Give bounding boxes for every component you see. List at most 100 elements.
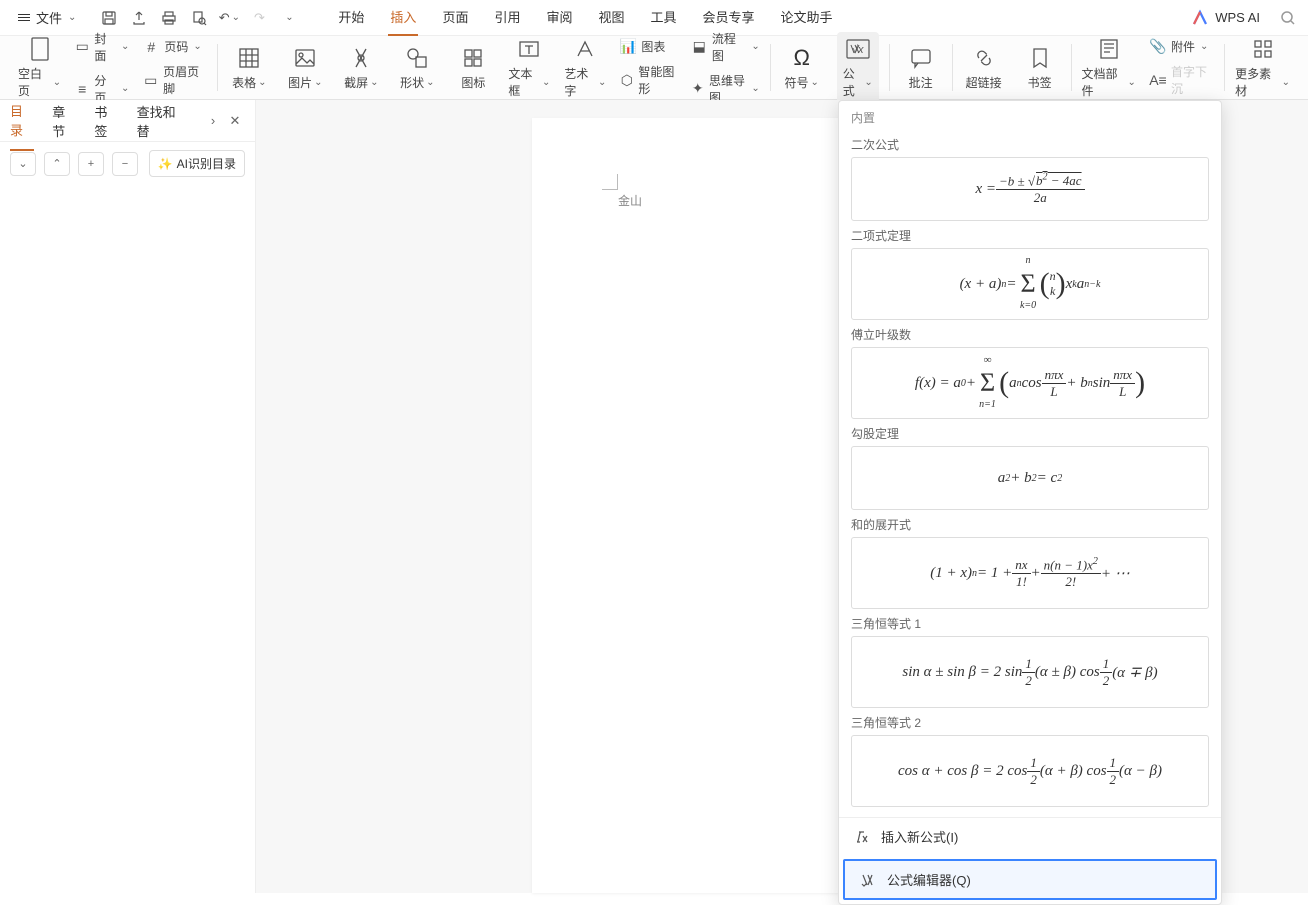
icons-icon	[460, 45, 486, 71]
lp-collapse-up-button[interactable]: ⌃	[44, 152, 70, 176]
ai-sparkle-icon: ✨	[158, 157, 173, 171]
undo-icon[interactable]: ↶⌄	[220, 9, 238, 27]
textbox-button[interactable]: 文本框⌄	[508, 36, 550, 99]
chart-icon: 📊	[620, 39, 636, 55]
title-bar: 文件 ⌄ ↶⌄ ↷ ⌄ 开始 插入 页面 引用 审阅 视图 工具 会员专享 论文…	[0, 0, 1308, 36]
screenshot-icon	[348, 45, 374, 71]
chevron-down-icon: ⌄	[68, 12, 76, 23]
dropcap-icon: A≡	[1150, 72, 1166, 88]
tab-reference[interactable]: 引用	[492, 0, 522, 36]
wordart-icon	[572, 36, 598, 62]
icons-button[interactable]: 图标	[452, 45, 494, 91]
insert-new-formula-option[interactable]: 插入新公式(I)	[839, 818, 1221, 855]
flowchart-icon: ⬓	[692, 39, 707, 55]
lp-tab-findrepl[interactable]: 查找和替	[137, 92, 185, 150]
tab-tools[interactable]: 工具	[649, 0, 679, 36]
symbol-button[interactable]: Ω符号⌄	[781, 45, 823, 91]
dropcap-button[interactable]: A≡首字下沉	[1150, 61, 1214, 99]
table-button[interactable]: 表格⌄	[228, 45, 270, 91]
tab-page[interactable]: 页面	[440, 0, 470, 36]
formula-preset-trig2[interactable]: cos α + cos β = 2 cos12(α + β) cos12(α −…	[851, 735, 1209, 807]
redo-icon[interactable]: ↷	[250, 9, 268, 27]
pagebreak-icon: ≡	[75, 81, 89, 97]
lp-tab-toc[interactable]: 目录	[10, 91, 34, 151]
formula-button[interactable]: √x公式⌄	[837, 32, 879, 103]
formula-editor-icon	[859, 871, 877, 889]
symbol-icon: Ω	[789, 45, 815, 71]
page-header-text: 金山	[618, 192, 642, 209]
tab-view[interactable]: 视图	[596, 0, 626, 36]
quick-access: ↶⌄ ↷ ⌄	[100, 9, 298, 27]
print-preview-icon[interactable]	[190, 9, 208, 27]
docparts-button[interactable]: 文档部件⌄	[1082, 36, 1136, 99]
tab-review[interactable]: 审阅	[544, 0, 574, 36]
save-icon[interactable]	[100, 9, 118, 27]
search-icon[interactable]	[1280, 10, 1296, 26]
margin-corner	[602, 174, 618, 190]
formula-dropdown: 内置 二次公式 x = −b ± √b2 − 4ac2a 二项式定理 (x + …	[838, 100, 1222, 905]
cover-button[interactable]: ▭封面⌄	[75, 28, 129, 66]
lp-expand-down-button[interactable]: ⌄	[10, 152, 36, 176]
bookmark-button[interactable]: 书签	[1019, 45, 1061, 91]
lp-tab-bookmark[interactable]: 书签	[94, 92, 118, 150]
formula-preset-quadratic[interactable]: x = −b ± √b2 − 4ac2a	[851, 157, 1209, 221]
table-icon	[236, 45, 262, 71]
formula-title: 和的展开式	[851, 516, 1209, 533]
formula-editor-option[interactable]: 公式编辑器(Q)	[843, 859, 1217, 900]
lp-tab-chapter[interactable]: 章节	[52, 92, 76, 150]
picture-icon	[292, 45, 318, 71]
formula-preset-trig1[interactable]: sin α ± sin β = 2 sin12(α ± β) cos12(α ∓…	[851, 636, 1209, 708]
formula-title: 二项式定理	[851, 227, 1209, 244]
ribbon-insert: 空白页⌄ ▭封面⌄ ≡分页⌄ #页码⌄ ▭页眉页脚 表格⌄ 图片⌄ 截屏⌄ 形状…	[0, 36, 1308, 100]
formula-title: 傅立叶级数	[851, 326, 1209, 343]
shapes-icon	[404, 45, 430, 71]
left-panel-toolbar: ⌄ ⌃ + − ✨ AI识别目录	[0, 142, 255, 185]
picture-button[interactable]: 图片⌄	[284, 45, 326, 91]
wps-ai-icon	[1191, 9, 1209, 27]
header-footer-icon: ▭	[143, 72, 158, 88]
formula-preset-binomial[interactable]: (x + a)n = nΣk=0 (nk) xkan−k	[851, 248, 1209, 320]
chart-button[interactable]: 📊图表	[620, 36, 677, 57]
formula-preset-sum-expansion[interactable]: (1 + x)n = 1 + nx1! + n(n − 1)x22! + ⋯	[851, 537, 1209, 609]
file-menu[interactable]: 文件 ⌄	[12, 4, 82, 31]
more-icon	[1250, 36, 1276, 62]
lp-add-button[interactable]: +	[78, 152, 104, 176]
comment-icon	[908, 45, 934, 71]
wordart-button[interactable]: 艺术字⌄	[564, 36, 606, 99]
lp-remove-button[interactable]: −	[112, 152, 138, 176]
wps-ai-button[interactable]: WPS AI	[1191, 9, 1260, 27]
cover-icon: ▭	[75, 39, 89, 55]
bookmark-icon	[1027, 45, 1053, 71]
file-menu-label: 文件	[36, 8, 62, 27]
pagenum-button[interactable]: #页码⌄	[143, 36, 207, 57]
formula-list-scroll[interactable]: 二次公式 x = −b ± √b2 − 4ac2a 二项式定理 (x + a)n…	[839, 130, 1221, 817]
pagenum-icon: #	[143, 39, 159, 55]
formula-fx-icon	[853, 828, 871, 846]
attachment-button[interactable]: 📎附件⌄	[1150, 36, 1214, 57]
dropdown-section-label: 内置	[839, 101, 1221, 130]
ai-toc-button[interactable]: ✨ AI识别目录	[149, 150, 245, 177]
smartart-button[interactable]: ⬡智能图形	[620, 61, 677, 99]
export-icon[interactable]	[130, 9, 148, 27]
flowchart-button[interactable]: ⬓流程图⌄	[692, 28, 760, 66]
tab-insert[interactable]: 插入	[388, 0, 418, 36]
formula-preset-fourier[interactable]: f(x) = a0 + ∞Σn=1 (an cosnπxL + bn sinnπ…	[851, 347, 1209, 419]
hyperlink-button[interactable]: 超链接	[963, 45, 1005, 91]
comment-button[interactable]: 批注	[900, 45, 942, 91]
lp-close-icon[interactable]: ✕	[225, 111, 245, 131]
hyperlink-icon	[971, 45, 997, 71]
tab-start[interactable]: 开始	[336, 0, 366, 36]
print-icon[interactable]	[160, 9, 178, 27]
smartart-icon: ⬡	[620, 72, 633, 88]
left-panel-tabs: 目录 章节 书签 查找和替 › ✕	[0, 100, 255, 142]
screenshot-button[interactable]: 截屏⌄	[340, 45, 382, 91]
shapes-button[interactable]: 形状⌄	[396, 45, 438, 91]
formula-title: 勾股定理	[851, 425, 1209, 442]
lp-tabs-next-icon[interactable]: ›	[203, 111, 223, 131]
formula-preset-pythagorean[interactable]: a2 + b2 = c2	[851, 446, 1209, 510]
dropdown-footer: 插入新公式(I) 公式编辑器(Q)	[839, 817, 1221, 900]
more-materials-button[interactable]: 更多素材⌄	[1235, 36, 1290, 99]
tab-thesis[interactable]: 论文助手	[779, 0, 835, 36]
textbox-icon	[516, 36, 542, 62]
qa-chevron-icon[interactable]: ⌄	[280, 9, 298, 27]
